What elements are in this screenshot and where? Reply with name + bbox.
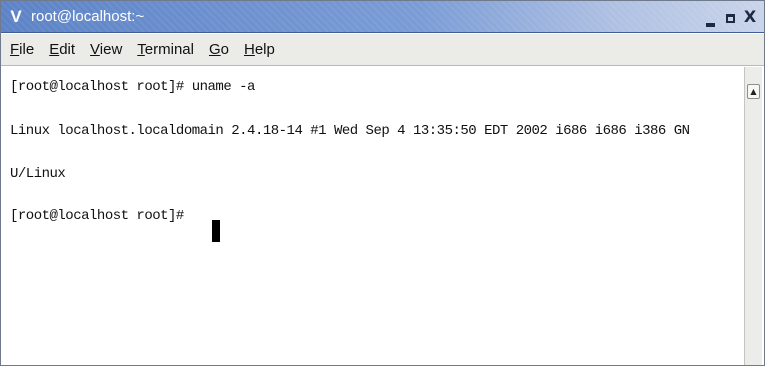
text-cursor [212,220,220,242]
menu-go[interactable]: Go [209,40,229,60]
menu-file[interactable]: File [10,40,34,60]
title-bar[interactable]: V root@localhost:~ X [1,1,764,33]
window-menu-icon[interactable]: V [7,8,25,26]
minimize-icon[interactable] [702,7,718,27]
terminal-output[interactable]: [root@localhost root]# uname -a Linux lo… [1,67,744,365]
window-controls: X [702,7,758,27]
terminal-line: U/Linux [10,166,66,182]
terminal-line: [root@localhost root]# uname -a [10,79,255,95]
menu-view[interactable]: View [90,40,122,60]
menu-edit[interactable]: Edit [49,40,75,60]
menu-bar: File Edit View Terminal Go Help [1,34,764,66]
menu-terminal[interactable]: Terminal [137,40,194,60]
scroll-up-arrow-icon[interactable]: ▲ [747,84,760,99]
maximize-icon[interactable] [722,7,738,27]
terminal-window: V root@localhost:~ X File Edit View Term… [0,0,765,366]
terminal-prompt-line: [root@localhost root]# [10,208,192,224]
window-title: root@localhost:~ [31,8,145,25]
vertical-scrollbar[interactable]: ▲ [744,67,762,365]
menu-help[interactable]: Help [244,40,275,60]
terminal-line: Linux localhost.localdomain 2.4.18-14 #1… [10,123,690,139]
close-icon[interactable]: X [742,7,758,27]
